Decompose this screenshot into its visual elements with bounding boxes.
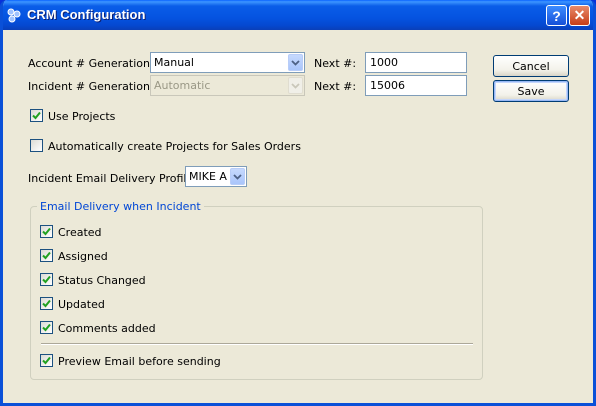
auto-create-projects-label: Automatically create Projects for Sales … xyxy=(48,140,301,153)
email-profile-select[interactable]: MIKE A xyxy=(185,166,247,187)
incident-next-value: 15006 xyxy=(370,79,405,92)
use-projects-checkbox[interactable] xyxy=(30,109,43,122)
chevron-down-icon[interactable] xyxy=(288,77,303,94)
window-title: CRM Configuration xyxy=(27,7,146,22)
status-changed-checkbox[interactable] xyxy=(40,273,53,286)
cancel-button[interactable]: Cancel xyxy=(493,55,569,77)
created-checkbox[interactable] xyxy=(40,225,53,238)
assigned-label: Assigned xyxy=(58,250,108,263)
account-generation-value: Manual xyxy=(154,56,194,69)
updated-checkbox[interactable] xyxy=(40,297,53,310)
status-changed-label: Status Changed xyxy=(58,274,146,287)
account-generation-label: Account # Generation: xyxy=(28,57,154,70)
incident-next-label: Next #: xyxy=(314,80,357,93)
group-divider xyxy=(41,343,473,345)
updated-label: Updated xyxy=(58,298,105,311)
account-next-field[interactable]: 1000 xyxy=(365,52,467,73)
checkmark-icon xyxy=(42,299,51,308)
use-projects-label: Use Projects xyxy=(48,110,116,123)
auto-create-projects-checkbox[interactable] xyxy=(30,139,43,152)
email-profile-value: MIKE A xyxy=(189,170,227,183)
save-button-label: Save xyxy=(517,84,545,98)
save-button[interactable]: Save xyxy=(493,80,569,102)
email-delivery-group-title: Email Delivery when Incident xyxy=(37,200,204,213)
incident-generation-label: Incident # Generation: xyxy=(28,80,154,93)
chevron-down-icon[interactable] xyxy=(288,54,303,71)
close-icon: ✕ xyxy=(573,7,586,23)
email-profile-label: Incident Email Delivery Profile: xyxy=(28,172,197,185)
incident-next-field[interactable]: 15006 xyxy=(365,75,467,96)
account-next-label: Next #: xyxy=(314,57,357,70)
cancel-button-label: Cancel xyxy=(512,59,550,73)
comments-added-checkbox[interactable] xyxy=(40,321,53,334)
preview-email-checkbox[interactable] xyxy=(40,354,53,367)
help-button[interactable]: ? xyxy=(546,5,567,26)
account-next-value: 1000 xyxy=(370,56,398,69)
app-icon xyxy=(6,7,22,23)
account-generation-select[interactable]: Manual xyxy=(150,52,305,73)
chevron-down-icon[interactable] xyxy=(230,168,245,185)
assigned-checkbox[interactable] xyxy=(40,249,53,262)
crm-configuration-window: CRM Configuration ? ✕ Account # Generati… xyxy=(0,0,596,406)
comments-added-label: Comments added xyxy=(58,322,156,335)
created-label: Created xyxy=(58,226,102,239)
checkmark-icon xyxy=(42,251,51,260)
checkmark-icon xyxy=(42,356,51,365)
checkmark-icon xyxy=(42,227,51,236)
checkmark-icon xyxy=(42,323,51,332)
close-button[interactable]: ✕ xyxy=(569,5,590,26)
incident-generation-value: Automatic xyxy=(154,79,211,92)
title-bar[interactable]: CRM Configuration ? ✕ xyxy=(3,0,593,30)
incident-generation-select[interactable]: Automatic xyxy=(150,75,305,96)
checkmark-icon xyxy=(42,275,51,284)
help-icon: ? xyxy=(552,7,561,24)
checkmark-icon xyxy=(32,111,41,120)
preview-email-label: Preview Email before sending xyxy=(58,355,221,368)
